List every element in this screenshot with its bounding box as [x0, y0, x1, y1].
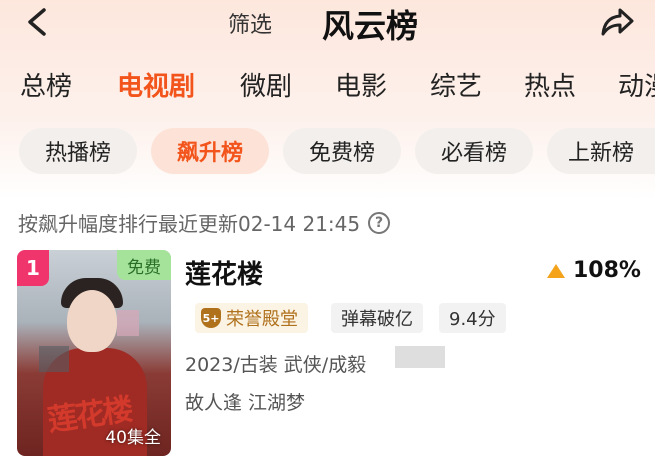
- barrage-tag: 弹幕破亿: [331, 303, 423, 333]
- rank-badge: 1: [17, 250, 49, 286]
- filter-button[interactable]: 筛选: [228, 7, 272, 39]
- medal-icon: 5+: [201, 308, 221, 328]
- tab-variety[interactable]: 综艺: [430, 66, 482, 103]
- show-tagline: 故人逢 江湖梦: [185, 392, 306, 414]
- honor-tag-label: 荣誉殿堂: [226, 309, 298, 330]
- triangle-up-icon: [547, 263, 565, 278]
- tab-tv-series[interactable]: 电视剧: [117, 66, 195, 103]
- chevron-left-icon[interactable]: [22, 6, 52, 38]
- tab-movies[interactable]: 电影: [335, 66, 387, 103]
- episode-count: 40集全: [105, 428, 161, 448]
- show-title[interactable]: 莲花楼: [185, 254, 263, 291]
- poster-blur-patch: [39, 346, 69, 372]
- ranking-chips: 热播榜 飙升榜 免费榜 必看榜 上新榜: [0, 128, 655, 174]
- help-icon[interactable]: ?: [368, 211, 391, 234]
- rise-value: 108%: [573, 258, 641, 283]
- poster-blur-patch: [117, 310, 139, 336]
- update-info-text: 按飙升幅度排行最近更新02-14 21:45: [18, 212, 361, 236]
- rise-indicator: 108%: [547, 258, 641, 283]
- share-arrow-icon[interactable]: [598, 4, 638, 40]
- poster-image[interactable]: 莲花楼 1 免费 40集全: [17, 250, 171, 456]
- chip-rising[interactable]: 飙升榜: [151, 128, 269, 174]
- tab-anime[interactable]: 动漫: [618, 66, 655, 103]
- tab-micro-drama[interactable]: 微剧: [240, 66, 292, 103]
- update-info: 按飙升幅度排行最近更新02-14 21:45 ?: [18, 208, 391, 237]
- tab-trending[interactable]: 热点: [524, 66, 576, 103]
- score-tag: 9.4分: [439, 303, 506, 333]
- tab-overall[interactable]: 总榜: [20, 66, 72, 103]
- page-title: 风云榜: [322, 7, 419, 45]
- show-meta: 2023/古装 武侠/成毅: [185, 354, 367, 376]
- ranking-item[interactable]: 莲花楼 1 免费 40集全 莲花楼 108% 5+ 荣誉殿堂 弹幕破亿 9.4分…: [17, 250, 641, 460]
- chip-hot[interactable]: 热播榜: [19, 128, 137, 174]
- chip-must-watch[interactable]: 必看榜: [415, 128, 533, 174]
- poster-figure-face: [67, 290, 117, 352]
- chip-free[interactable]: 免费榜: [283, 128, 401, 174]
- chip-new[interactable]: 上新榜: [547, 128, 655, 174]
- free-badge: 免费: [117, 250, 171, 280]
- header-bar: 筛选 风云榜: [0, 0, 655, 46]
- category-tabs: 总榜 电视剧 微剧 电影 综艺 热点 动漫: [0, 66, 655, 106]
- honor-tag[interactable]: 5+ 荣誉殿堂: [195, 303, 308, 333]
- meta-blur-patch: [395, 346, 445, 368]
